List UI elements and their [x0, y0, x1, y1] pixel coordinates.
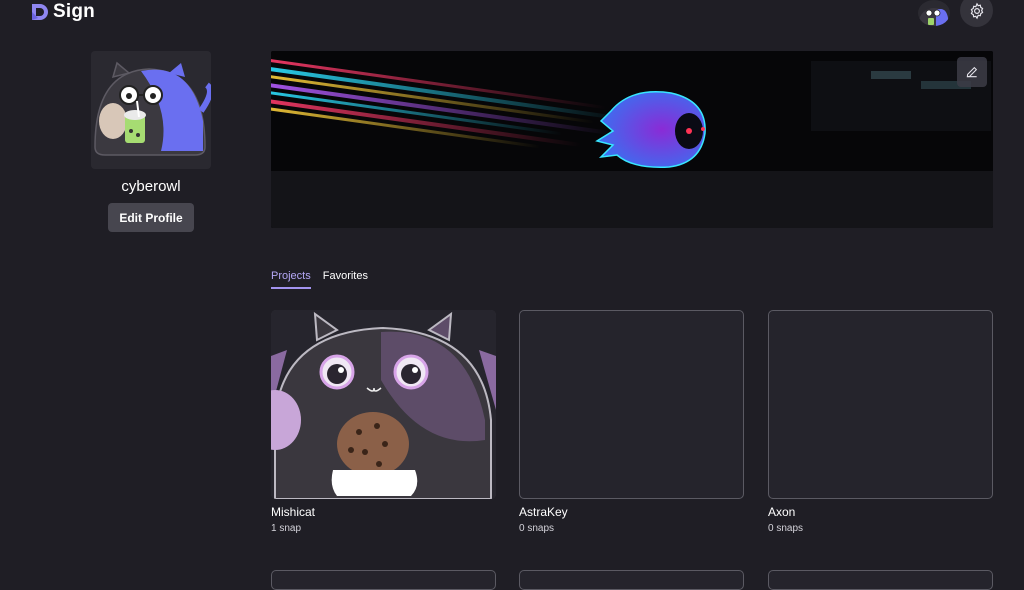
project-thumbnail[interactable] — [519, 310, 744, 499]
project-snap-count: 1 snap — [271, 523, 302, 534]
logo-icon — [32, 4, 48, 20]
tab-favorites[interactable]: Favorites — [323, 270, 368, 289]
banner-image — [271, 51, 993, 228]
project-card-axon[interactable]: Axon 0 snaps — [768, 310, 993, 534]
project-thumbnail[interactable] — [271, 310, 496, 499]
profile-avatar — [91, 51, 211, 169]
edit-profile-button[interactable]: Edit Profile — [108, 203, 194, 232]
project-snap-count: 0 snaps — [519, 523, 555, 534]
project-card-astrakey[interactable]: AstraKey 0 snaps — [519, 310, 744, 534]
project-card-partial[interactable] — [768, 570, 993, 590]
gear-icon — [970, 2, 983, 19]
top-bar: Sign — [0, 0, 1024, 27]
project-snap-count: 0 snaps — [768, 523, 804, 534]
project-title[interactable]: Axon — [768, 505, 993, 519]
app-logo[interactable]: Sign — [30, 1, 95, 22]
project-title[interactable]: AstraKey — [519, 505, 744, 519]
settings-button[interactable] — [960, 0, 993, 27]
project-card-mishicat[interactable]: Mishicat 1 snap — [271, 310, 496, 534]
project-title[interactable]: Mishicat — [271, 505, 496, 519]
user-avatar-icon[interactable] — [918, 0, 950, 26]
profile-banner — [271, 51, 993, 228]
project-card-partial[interactable] — [271, 570, 496, 590]
tab-projects[interactable]: Projects — [271, 270, 311, 289]
edit-banner-button[interactable] — [957, 57, 987, 87]
project-thumbnail[interactable] — [768, 310, 993, 499]
profile-username: cyberowl — [121, 178, 181, 195]
profile-tabs: Projects Favorites — [271, 270, 368, 289]
logo-text: Sign — [53, 1, 95, 22]
pencil-icon — [966, 66, 978, 78]
project-card-partial[interactable] — [519, 570, 744, 590]
